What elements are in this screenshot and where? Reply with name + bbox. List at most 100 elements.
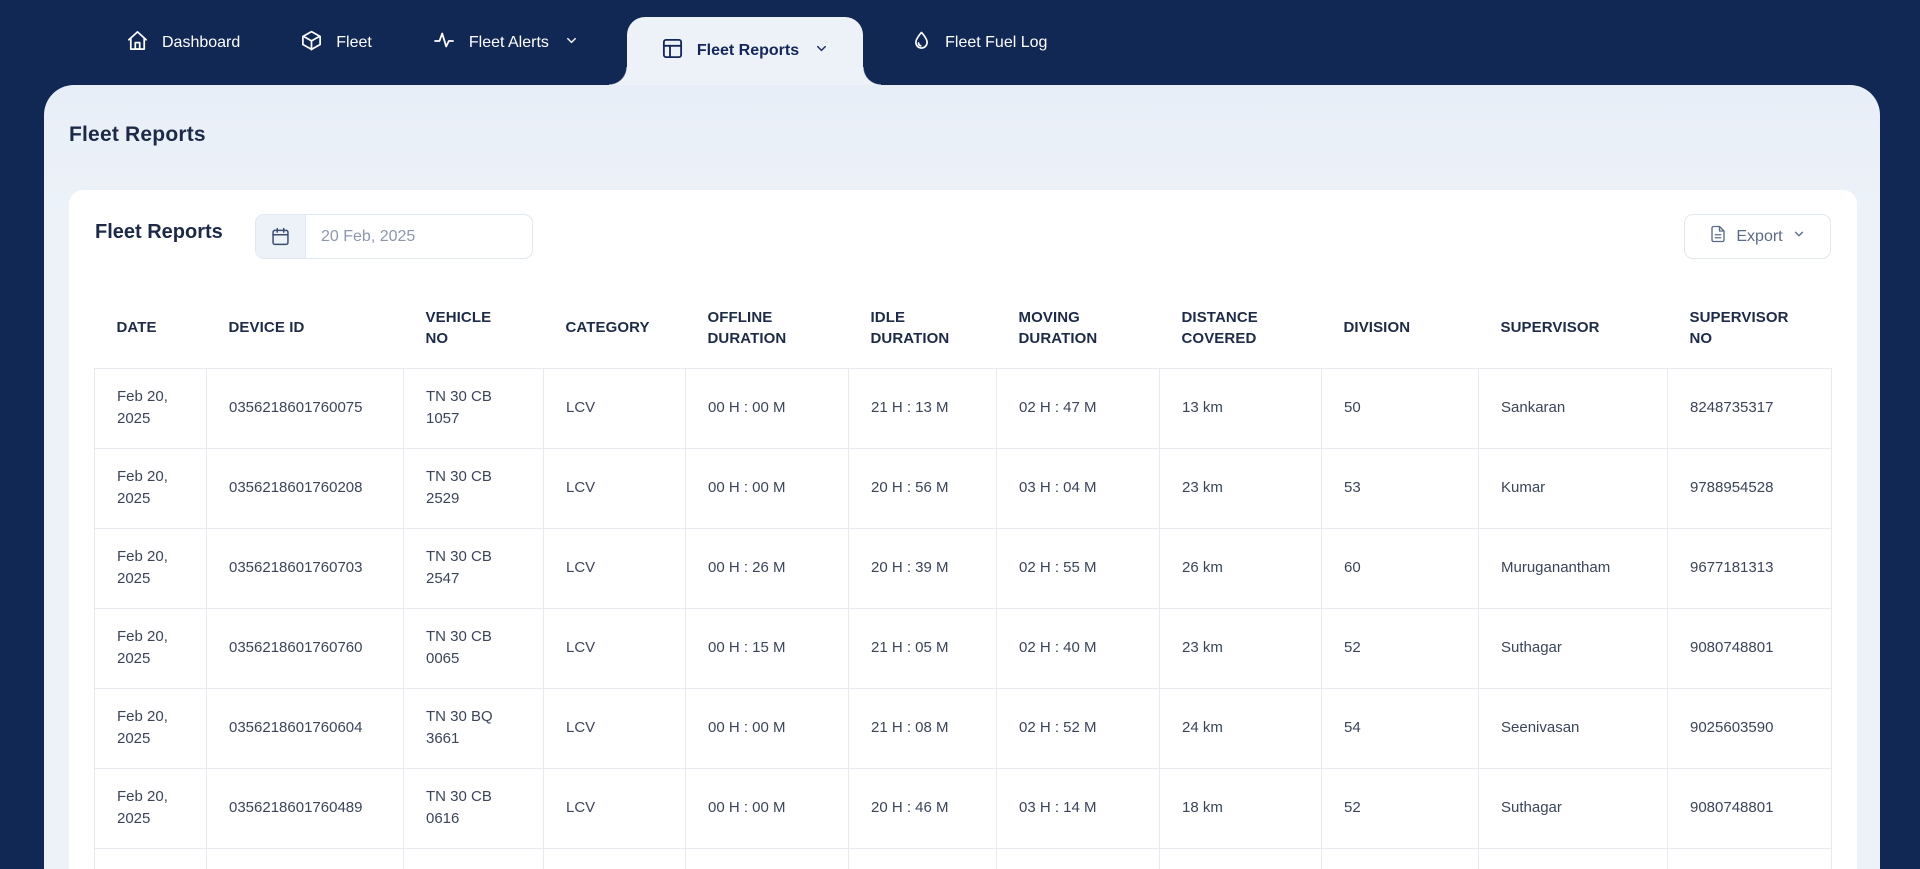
column-header-division: DIVISION — [1343, 319, 1411, 337]
table-row: Feb 20, 2025 0356218601760075 TN 30 CB 105… — [94, 367, 1832, 449]
nav-item-fleet-fuel-log[interactable]: Fleet Fuel Log — [881, 0, 1077, 85]
table-cell — [206, 847, 404, 869]
report-table: DATE DEVICE ID VEHICLE NO CATEGORY OFFLI… — [94, 288, 1832, 869]
table-cell: Muruganantham — [1478, 527, 1668, 609]
table-cell: 60 — [1321, 527, 1479, 609]
table-cell: TN 30 CB 0616 — [403, 767, 544, 849]
table-cell: 21 H : 13 M — [848, 367, 997, 449]
table-cell: 18 km — [1159, 767, 1322, 849]
column-header-idle-duration: IDLE DURATION — [870, 308, 950, 347]
export-button-label: Export — [1736, 227, 1783, 245]
table-cell: 02 H : 55 M — [996, 527, 1160, 609]
date-picker[interactable]: 20 Feb, 2025 — [255, 214, 533, 259]
table-cell — [848, 847, 997, 869]
table-cell: Kumar — [1478, 447, 1668, 529]
table-cell — [543, 847, 686, 869]
calendar-icon — [256, 215, 306, 258]
table-cell — [1321, 847, 1479, 869]
table-cell: 21 H : 08 M — [848, 687, 997, 769]
chevron-down-icon — [564, 33, 579, 53]
nav-item-label: Dashboard — [162, 33, 241, 51]
table-cell: 00 H : 00 M — [685, 767, 849, 849]
table-cell: TN 30 CB 2547 — [403, 527, 544, 609]
table-cell: LCV — [543, 447, 686, 529]
file-icon — [1709, 225, 1727, 248]
table-cell — [1159, 847, 1322, 869]
nav-item-label: Fleet Alerts — [468, 33, 549, 51]
table-cell: 21 H : 05 M — [848, 607, 997, 689]
table-cell: 02 H : 47 M — [996, 367, 1160, 449]
nav-item-label: Fleet — [336, 33, 372, 51]
column-header-date: DATE — [116, 319, 157, 337]
table-cell: 00 H : 00 M — [685, 687, 849, 769]
table-cell: 0356218601760604 — [206, 687, 404, 769]
table-cell: Feb 20, 2025 — [94, 607, 207, 689]
table-cell: 23 km — [1159, 447, 1322, 529]
table-cell: 52 — [1321, 607, 1479, 689]
column-header-offline-duration: OFFLINE DURATION — [707, 308, 787, 347]
table-cell: 03 H : 04 M — [996, 447, 1160, 529]
table-cell: Feb 20, 2025 — [94, 447, 207, 529]
table-cell: 0356218601760760 — [206, 607, 404, 689]
column-header-moving-duration: MOVING DURATION — [1018, 308, 1098, 347]
table-cell: 02 H : 40 M — [996, 607, 1160, 689]
nav-item-fleet-alerts[interactable]: Fleet Alerts — [402, 0, 609, 85]
table-cell: Feb 20, 2025 — [94, 367, 207, 449]
table-cell: 52 — [1321, 767, 1479, 849]
table-header-row: DATE DEVICE ID VEHICLE NO CATEGORY OFFLI… — [95, 288, 1832, 368]
activity-icon — [432, 28, 456, 57]
table-cell: 54 — [1321, 687, 1479, 769]
column-header-vehicle-no: VEHICLE NO — [425, 308, 492, 347]
nav-item-dashboard[interactable]: Dashboard — [96, 0, 270, 85]
table-cell: 53 — [1321, 447, 1479, 529]
table-cell: 26 km — [1159, 527, 1322, 609]
table-cell: Feb 20, 2025 — [94, 527, 207, 609]
table-cell: 20 H : 46 M — [848, 767, 997, 849]
table-cell: TN 30 CB 0065 — [403, 607, 544, 689]
table-cell: 24 km — [1159, 687, 1322, 769]
table-cell: 9025603590 — [1667, 687, 1832, 769]
table-cell: LCV — [543, 367, 686, 449]
export-button[interactable]: Export — [1684, 214, 1831, 259]
table-cell: Suthagar — [1478, 607, 1668, 689]
table-cell: TN 30 CB 1057 — [403, 367, 544, 449]
table-cell: Seenivasan — [1478, 687, 1668, 769]
table-cell: 0356218601760208 — [206, 447, 404, 529]
table-cell: LCV — [543, 767, 686, 849]
table-cell: LCV — [543, 527, 686, 609]
home-icon — [126, 29, 149, 57]
table-cell — [1478, 847, 1668, 869]
column-header-distance-covered: DISTANCE COVERED — [1181, 308, 1258, 347]
table-row: Feb 20, 2025 0356218601760604 TN 30 BQ 366… — [94, 687, 1832, 769]
report-table-body: Feb 20, 2025 0356218601760075 TN 30 CB 105… — [94, 367, 1832, 869]
report-table-wrap: DATE DEVICE ID VEHICLE NO CATEGORY OFFLI… — [94, 288, 1832, 869]
column-header-supervisor-no: SUPERVISOR NO — [1689, 308, 1789, 347]
column-header-device-id: DEVICE ID — [228, 319, 305, 337]
top-navbar: Dashboard Fleet Fleet Alerts Fleet Repor… — [0, 0, 1920, 85]
nav-item-label: Fleet Reports — [696, 42, 800, 59]
column-header-category: CATEGORY — [565, 319, 650, 337]
table-cell: 00 H : 00 M — [685, 367, 849, 449]
table-cell: 9080748801 — [1667, 767, 1832, 849]
table-cell: 0356218601760489 — [206, 767, 404, 849]
table-cell: 00 H : 00 M — [685, 447, 849, 529]
table-cell: 02 H : 52 M — [996, 687, 1160, 769]
table-cell: Suthagar — [1478, 767, 1668, 849]
table-cell — [94, 847, 207, 869]
nav-item-fleet[interactable]: Fleet — [270, 0, 402, 85]
main-panel: Fleet Reports Fleet Reports 20 Feb, 2025… — [44, 85, 1880, 869]
nav-item-label: Fleet Fuel Log — [945, 33, 1048, 51]
table-row: Feb 20, 2025 0356218601760703 TN 30 CB 254… — [94, 527, 1832, 609]
table-cell: Feb 20, 2025 — [94, 687, 207, 769]
nav-item-fleet-reports-active[interactable]: Fleet Reports — [608, 17, 882, 85]
table-cell: 9080748801 — [1667, 607, 1832, 689]
table-cell: Feb 20, 2025 — [94, 767, 207, 849]
fleet-reports-card: Fleet Reports 20 Feb, 2025 Export DATE D… — [69, 190, 1857, 869]
table-row-partial — [94, 847, 1832, 869]
layout-icon — [661, 37, 684, 65]
droplet-icon — [911, 30, 932, 56]
table-cell — [403, 847, 544, 869]
table-cell: 0356218601760075 — [206, 367, 404, 449]
card-title: Fleet Reports — [95, 221, 223, 243]
cube-icon — [300, 29, 323, 57]
